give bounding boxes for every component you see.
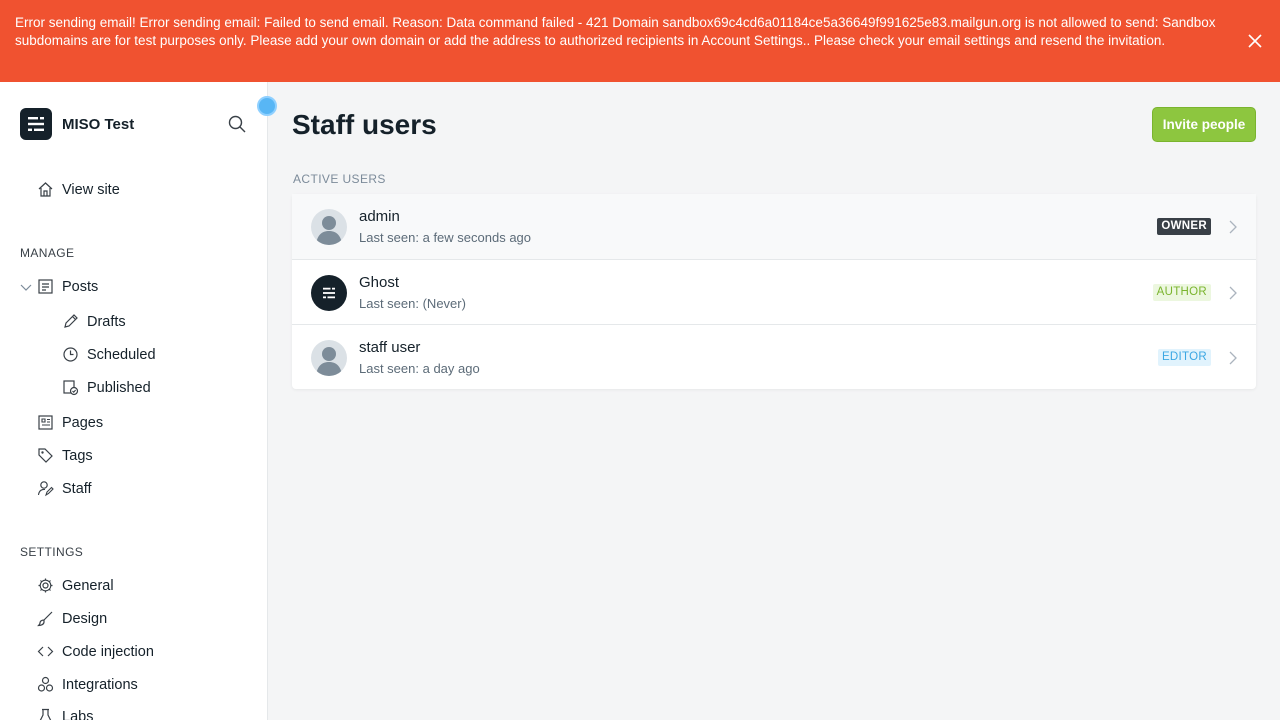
chevron-right-icon: [1229, 220, 1237, 234]
page-title: Staff users: [292, 109, 437, 140]
staff-icon: [37, 481, 54, 497]
nav-pages-label: Pages: [62, 414, 104, 431]
role-badge: OWNER: [1157, 218, 1211, 235]
integrations-icon: [37, 676, 54, 692]
nav-labs-label: Labs: [62, 708, 94, 720]
user-last-seen: Last seen: (Never): [359, 296, 466, 311]
gear-icon: [38, 578, 53, 593]
avatar: [311, 209, 347, 245]
sidebar: MISO Test View site MANAGE Posts Drafts …: [0, 82, 268, 720]
user-row-ghost[interactable]: Ghost Last seen: (Never) AUTHOR: [292, 259, 1256, 324]
user-row-admin[interactable]: admin Last seen: a few seconds ago OWNER: [292, 194, 1256, 259]
nav-design[interactable]: Design: [37, 610, 107, 627]
nav-drafts-label: Drafts: [87, 313, 126, 330]
chevron-right-icon: [1229, 351, 1237, 365]
flask-icon: [39, 708, 52, 720]
chevron-down-icon[interactable]: [20, 281, 32, 293]
tag-icon: [38, 448, 53, 463]
close-icon[interactable]: [1248, 34, 1262, 48]
home-icon: [38, 182, 53, 197]
user-name: staff user: [359, 339, 421, 356]
nav-labs[interactable]: Labs: [37, 708, 93, 720]
nav-posts[interactable]: Posts: [37, 278, 98, 295]
posts-icon: [38, 279, 53, 294]
user-last-seen: Last seen: a few seconds ago: [359, 230, 532, 245]
nav-published[interactable]: Published: [62, 379, 151, 396]
nav-scheduled-label: Scheduled: [87, 346, 156, 363]
nav-general[interactable]: General: [37, 577, 114, 594]
error-alert: Error sending email! Error sending email…: [0, 0, 1280, 82]
role-badge: AUTHOR: [1152, 284, 1211, 301]
cursor-indicator: [257, 96, 277, 116]
alert-message: Error sending email! Error sending email…: [15, 15, 1216, 48]
nav-pages[interactable]: Pages: [37, 414, 103, 431]
nav-code-injection-label: Code injection: [62, 643, 154, 660]
nav-general-label: General: [62, 577, 114, 594]
pages-icon: [38, 415, 53, 430]
site-logo-icon: [20, 108, 52, 140]
search-icon[interactable]: [228, 115, 246, 133]
site-brand[interactable]: MISO Test: [20, 108, 134, 140]
nav-view-site-label: View site: [62, 181, 120, 198]
manage-section-label: MANAGE: [20, 246, 75, 260]
nav-integrations[interactable]: Integrations: [37, 676, 138, 693]
user-last-seen: Last seen: a day ago: [359, 361, 480, 376]
nav-code-injection[interactable]: Code injection: [37, 643, 154, 660]
main-content: Staff users Invite people ACTIVE USERS a…: [268, 82, 1280, 720]
nav-scheduled[interactable]: Scheduled: [62, 346, 156, 363]
code-icon: [37, 646, 54, 657]
site-name: MISO Test: [62, 115, 135, 133]
user-name: Ghost: [359, 274, 400, 291]
nav-staff[interactable]: Staff: [37, 480, 92, 497]
nav-staff-label: Staff: [62, 480, 92, 497]
user-list: admin Last seen: a few seconds ago OWNER…: [292, 194, 1256, 389]
active-users-label: ACTIVE USERS: [293, 172, 386, 186]
published-icon: [63, 380, 79, 396]
settings-section-label: SETTINGS: [20, 545, 84, 559]
nav-drafts[interactable]: Drafts: [62, 313, 126, 330]
nav-view-site[interactable]: View site: [37, 181, 120, 198]
invite-people-button[interactable]: Invite people: [1152, 107, 1256, 142]
nav-design-label: Design: [62, 610, 108, 627]
brush-icon: [37, 611, 53, 627]
nav-tags-label: Tags: [62, 447, 93, 464]
nav-integrations-label: Integrations: [62, 676, 138, 693]
ghost-avatar-icon: [311, 275, 347, 311]
avatar: [311, 340, 347, 376]
nav-published-label: Published: [87, 379, 151, 396]
clock-icon: [63, 347, 78, 362]
user-name: admin: [359, 208, 400, 225]
nav-tags[interactable]: Tags: [37, 447, 93, 464]
role-badge: EDITOR: [1157, 349, 1211, 366]
pencil-icon: [64, 314, 78, 328]
nav-posts-label: Posts: [62, 278, 99, 295]
chevron-right-icon: [1229, 286, 1237, 300]
user-row-staff-user[interactable]: staff user Last seen: a day ago EDITOR: [292, 324, 1256, 389]
